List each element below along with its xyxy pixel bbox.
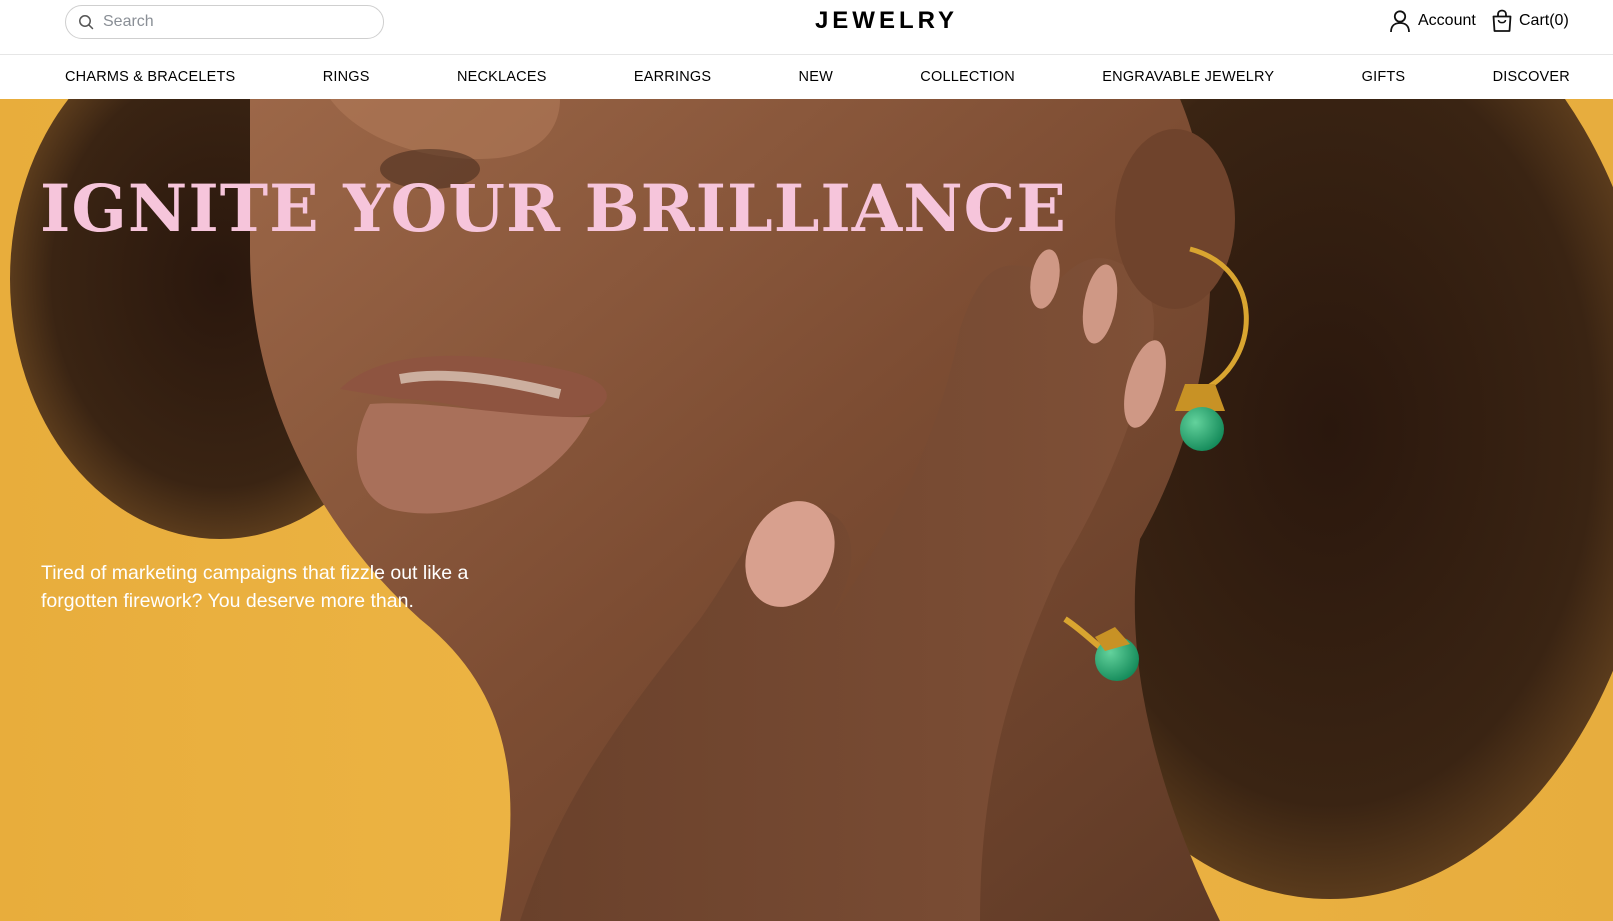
nav-item-charms-bracelets[interactable]: CHARMS & BRACELETS xyxy=(65,69,235,85)
search-box[interactable] xyxy=(65,5,384,39)
account-label: Account xyxy=(1418,12,1476,29)
search-icon xyxy=(79,15,94,30)
brand-logo[interactable]: JEWELRY xyxy=(815,7,958,34)
user-icon xyxy=(1390,10,1410,33)
account-link[interactable]: Account xyxy=(1389,9,1476,33)
nav-item-new[interactable]: NEW xyxy=(799,69,833,85)
nav-item-rings[interactable]: RINGS xyxy=(323,69,370,85)
shopping-bag-icon xyxy=(1492,9,1512,32)
nav-item-gifts[interactable]: GIFTS xyxy=(1362,69,1406,85)
nav-item-discover[interactable]: DISCOVER xyxy=(1493,69,1570,85)
cart-label: Cart(0) xyxy=(1519,12,1569,29)
nav-item-collection[interactable]: COLLECTION xyxy=(920,69,1015,85)
hero-banner: IGNITE YOUR BRILLIANCE Tired of marketin… xyxy=(0,99,1613,921)
hero-title: IGNITE YOUR BRILLIANCE xyxy=(40,171,1067,247)
cart-link[interactable]: Cart(0) xyxy=(1490,9,1569,33)
main-nav: CHARMS & BRACELETS RINGS NECKLACES EARRI… xyxy=(0,55,1613,99)
hero-copy: Tired of marketing campaigns that fizzle… xyxy=(41,562,469,612)
search-input[interactable] xyxy=(103,13,363,31)
top-bar: JEWELRY Account Cart(0) xyxy=(0,0,1613,55)
nav-item-earrings[interactable]: EARRINGS xyxy=(634,69,711,85)
nav-item-engravable-jewelry[interactable]: ENGRAVABLE JEWELRY xyxy=(1102,69,1274,85)
nav-item-necklaces[interactable]: NECKLACES xyxy=(457,69,547,85)
